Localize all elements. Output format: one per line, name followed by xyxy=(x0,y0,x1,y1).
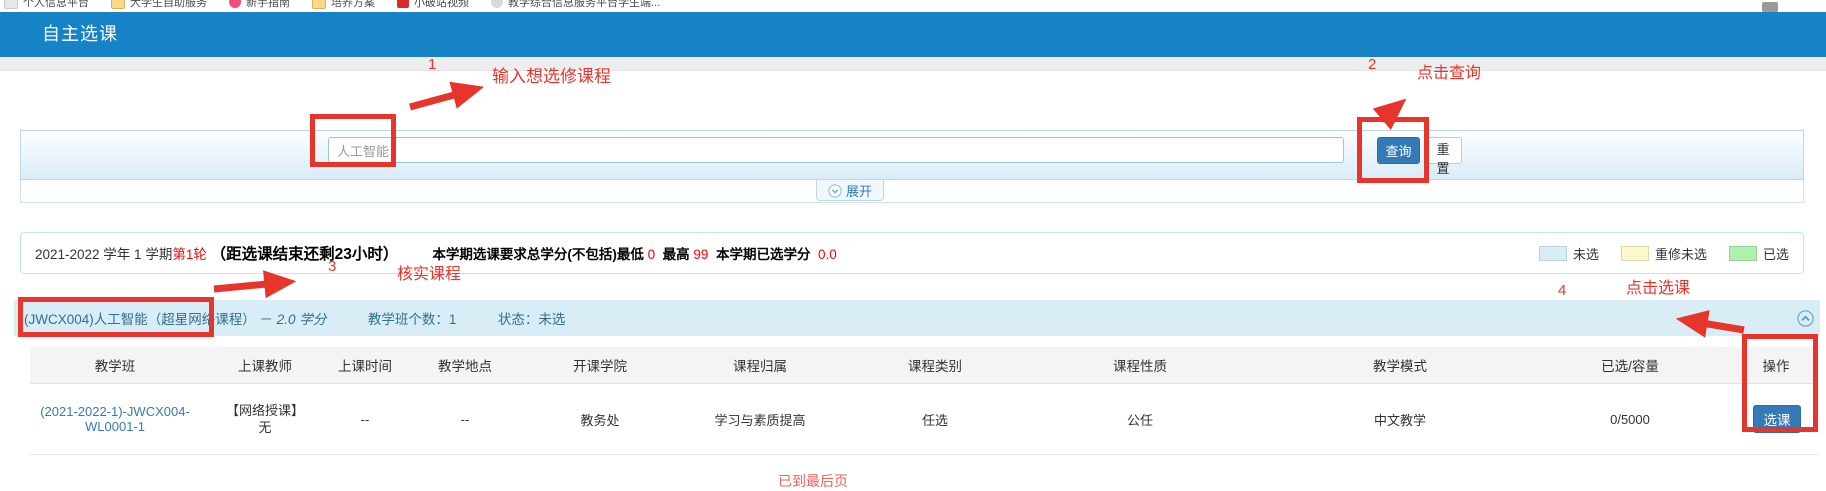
bookmark-item[interactable]: 培养方案 xyxy=(312,0,375,10)
folder-icon xyxy=(111,0,125,9)
class-id-link[interactable]: (2021-2022-1)-JWCX004-WL0001-1 xyxy=(30,404,200,434)
course-type: 任选 xyxy=(850,384,1020,454)
table-row: (2021-2022-1)-JWCX004-WL0001-1 【网络授课】 无 … xyxy=(30,384,1818,455)
annotation-step1-number: 1 xyxy=(428,56,436,73)
expand-row xyxy=(20,180,1804,203)
selected-swatch xyxy=(1729,246,1757,261)
legend-item: 未选 xyxy=(1539,244,1599,263)
course-credits: 2.0 学分 xyxy=(277,312,327,327)
course-status: 状态：未选 xyxy=(498,312,566,327)
course-band[interactable]: (JWCX004)人工智能（超星网络课程） － 2.0 学分 教学班个数：1 状… xyxy=(14,300,1820,336)
bookmark-label: 新手指南 xyxy=(246,0,290,10)
bookmark-item[interactable]: 教学综合信息服务平台学生端... xyxy=(491,0,660,10)
selected-credits: 0.0 xyxy=(818,247,837,262)
annotation-step3-label: 核实课程 xyxy=(397,260,461,284)
bookmark-label: 培养方案 xyxy=(331,0,375,10)
legend-label: 已选 xyxy=(1763,244,1789,263)
max-credits-label: 最高 xyxy=(663,247,690,262)
selected-credits-label: 本学期已选学分 xyxy=(716,247,811,262)
legend-item: 已选 xyxy=(1729,244,1789,263)
arrow-step1 xyxy=(410,89,476,107)
selection-round: 第1轮 xyxy=(172,247,207,262)
page-icon xyxy=(4,0,18,9)
bookmark-item[interactable]: 新手指南 xyxy=(229,0,290,10)
globe-icon xyxy=(491,0,503,8)
bookmark-label: 教学综合信息服务平台学生端... xyxy=(508,0,660,10)
retake-swatch xyxy=(1621,246,1649,261)
teaching-mode: 中文教学 xyxy=(1260,384,1540,454)
capacity: 0/5000 xyxy=(1540,384,1720,454)
query-button[interactable]: 查询 xyxy=(1377,137,1420,164)
folder-icon xyxy=(312,0,326,9)
college: 教务处 xyxy=(530,384,670,454)
semester-term: 2021-2022 学年 1 学期 xyxy=(35,247,172,262)
chevron-down-circle-icon xyxy=(828,184,842,198)
course-category: 学习与素质提高 xyxy=(670,384,850,454)
legend-label: 重修未选 xyxy=(1655,244,1707,263)
class-count: 教学班个数：1 xyxy=(368,312,457,327)
teacher-tag: 【网络授课】 xyxy=(226,402,304,419)
max-credits: 99 xyxy=(693,247,708,262)
teacher-name: 无 xyxy=(258,419,271,436)
col-header: 教学地点 xyxy=(400,347,530,383)
arrow-step3 xyxy=(214,282,288,289)
chevron-up-circle-icon[interactable] xyxy=(1797,310,1814,327)
browser-bookmarks-bar: 个人信息平台 大学生自助服务 新手指南 培养方案 小破站视频 教学综合信息服务平… xyxy=(0,0,1826,12)
bookmark-item[interactable]: 大学生自助服务 xyxy=(111,0,207,10)
expand-toggle[interactable]: 展开 xyxy=(816,180,884,201)
bookmark-label: 个人信息平台 xyxy=(23,0,89,10)
end-of-list-note: 已到最后页 xyxy=(778,471,848,491)
page-title: 自主选课 xyxy=(42,12,118,57)
table-header-row: 教学班 上课教师 上课时间 教学地点 开课学院 课程归属 课程类别 课程性质 教… xyxy=(30,347,1818,384)
annotation-step3-number: 3 xyxy=(328,258,336,275)
arrow-step2 xyxy=(1381,104,1400,120)
legend-item: 重修未选 xyxy=(1621,244,1707,263)
annotation-step4-label: 点击选课 xyxy=(1626,274,1690,298)
course-title: (JWCX004)人工智能（超星网络课程） xyxy=(24,312,256,327)
col-header: 上课时间 xyxy=(330,347,400,383)
annotation-step4-number: 4 xyxy=(1558,282,1566,299)
course-dash: － xyxy=(260,312,274,327)
pick-course-button[interactable]: 选课 xyxy=(1753,405,1801,433)
annotation-step2-number: 2 xyxy=(1368,56,1376,73)
reset-button[interactable]: 重置 xyxy=(1424,137,1462,164)
course-nature: 公任 xyxy=(1020,384,1260,454)
status-legend: 未选 重修未选 已选 xyxy=(1539,233,1789,273)
page-header: 自主选课 xyxy=(0,12,1826,57)
red-badge-icon xyxy=(397,0,409,8)
annotation-step1-label: 输入想选修课程 xyxy=(492,62,611,87)
col-header: 操作 xyxy=(1734,347,1818,383)
countdown-text: （距选课结束还剩23小时） xyxy=(211,246,399,263)
class-table: 教学班 上课教师 上课时间 教学地点 开课学院 课程归属 课程类别 课程性质 教… xyxy=(30,347,1818,455)
expand-label: 展开 xyxy=(846,181,872,200)
unselected-swatch xyxy=(1539,246,1567,261)
annotation-step2-label: 点击查询 xyxy=(1417,59,1481,83)
legend-label: 未选 xyxy=(1573,244,1599,263)
class-time: -- xyxy=(330,384,400,454)
dot-icon xyxy=(229,0,241,8)
bookmark-item[interactable]: 小破站视频 xyxy=(397,0,469,10)
bookmark-label: 大学生自助服务 xyxy=(130,0,207,10)
col-header: 上课教师 xyxy=(200,347,330,383)
credit-requirement: 本学期选课要求总学分(不包括)最低 xyxy=(432,247,644,262)
col-header: 课程性质 xyxy=(1020,347,1260,383)
class-place: -- xyxy=(400,384,530,454)
col-header: 教学模式 xyxy=(1260,347,1540,383)
teacher-cell: 【网络授课】 无 xyxy=(200,384,330,454)
col-header: 已选/容量 xyxy=(1540,347,1720,383)
col-header: 开课学院 xyxy=(530,347,670,383)
semester-panel: 2021-2022 学年 1 学期第1轮 （距选课结束还剩23小时） 本学期选课要… xyxy=(20,232,1804,274)
subheader-strip xyxy=(0,57,1826,71)
col-header: 教学班 xyxy=(30,347,200,383)
col-header: 课程类别 xyxy=(850,347,1020,383)
bookmark-label: 小破站视频 xyxy=(414,0,469,10)
min-credits: 0 xyxy=(648,247,656,262)
bookmark-item[interactable]: 个人信息平台 xyxy=(4,0,89,10)
course-search-input[interactable] xyxy=(328,137,1344,163)
device-icon[interactable] xyxy=(1762,2,1778,12)
col-header: 课程归属 xyxy=(670,347,850,383)
